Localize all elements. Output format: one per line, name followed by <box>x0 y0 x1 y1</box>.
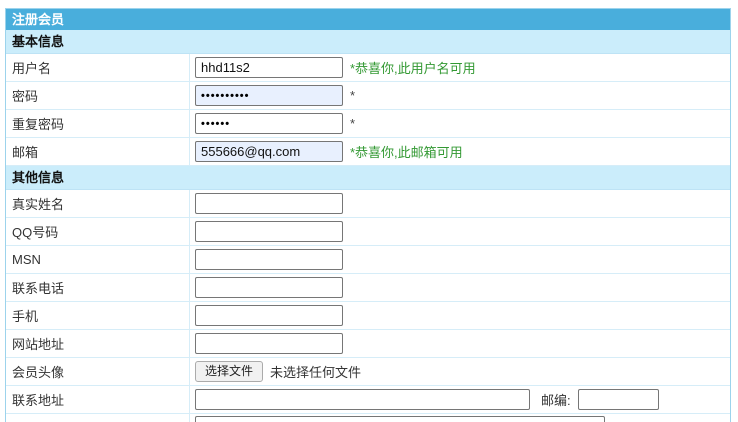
phone-input[interactable] <box>195 277 343 298</box>
row-email: 邮箱 *恭喜你,此邮箱可用 <box>6 138 730 166</box>
msn-label: MSN <box>6 246 190 273</box>
email-label: 邮箱 <box>6 138 190 165</box>
row-qq: QQ号码 <box>6 218 730 246</box>
password-repeat-label: 重复密码 <box>6 110 190 137</box>
row-real-name: 真实姓名 <box>6 190 730 218</box>
postal-code-label: 邮编: <box>541 393 571 408</box>
row-password-repeat: 重复密码 * <box>6 110 730 138</box>
row-website: 网站地址 <box>6 330 730 358</box>
mobile-label: 手机 <box>6 302 190 329</box>
password-repeat-required-mark: * <box>350 116 356 131</box>
address-label: 联系地址 <box>6 386 190 413</box>
row-mobile: 手机 <box>6 302 730 330</box>
real-name-input[interactable] <box>195 193 343 214</box>
mobile-input[interactable] <box>195 305 343 326</box>
panel-title: 注册会员 <box>6 9 730 30</box>
row-avatar: 会员头像 选择文件 未选择任何文件 <box>6 358 730 386</box>
address-input[interactable] <box>195 389 530 410</box>
password-input[interactable] <box>195 85 343 106</box>
msn-input[interactable] <box>195 249 343 270</box>
password-label: 密码 <box>6 82 190 109</box>
file-status-text: 未选择任何文件 <box>270 365 362 380</box>
password-repeat-input[interactable] <box>195 113 343 134</box>
phone-label: 联系电话 <box>6 274 190 301</box>
section-basic-info: 基本信息 <box>6 30 730 54</box>
website-label: 网站地址 <box>6 330 190 357</box>
username-hint: *恭喜你,此用户名可用 <box>350 61 476 76</box>
email-input[interactable] <box>195 141 343 162</box>
cutoff-label <box>6 414 190 422</box>
password-required-mark: * <box>350 88 356 103</box>
website-input[interactable] <box>195 333 343 354</box>
postal-code-input[interactable] <box>577 389 659 410</box>
choose-file-button[interactable]: 选择文件 <box>195 361 264 382</box>
registration-page: 注册会员 基本信息 用户名 *恭喜你,此用户名可用 密码 * 重复密码 * 邮 <box>0 0 738 422</box>
row-address: 联系地址 邮编: <box>6 386 730 414</box>
row-password: 密码 * <box>6 82 730 110</box>
row-username: 用户名 *恭喜你,此用户名可用 <box>6 54 730 82</box>
avatar-label: 会员头像 <box>6 358 190 385</box>
username-label: 用户名 <box>6 54 190 81</box>
row-msn: MSN <box>6 246 730 274</box>
registration-panel: 注册会员 基本信息 用户名 *恭喜你,此用户名可用 密码 * 重复密码 * 邮 <box>5 8 731 422</box>
real-name-label: 真实姓名 <box>6 190 190 217</box>
email-hint: *恭喜你,此邮箱可用 <box>350 145 463 160</box>
cutoff-input[interactable] <box>195 416 605 422</box>
username-input[interactable] <box>195 57 343 78</box>
row-cutoff <box>6 414 730 422</box>
row-phone: 联系电话 <box>6 274 730 302</box>
section-other-info: 其他信息 <box>6 166 730 190</box>
qq-label: QQ号码 <box>6 218 190 245</box>
qq-input[interactable] <box>195 221 343 242</box>
